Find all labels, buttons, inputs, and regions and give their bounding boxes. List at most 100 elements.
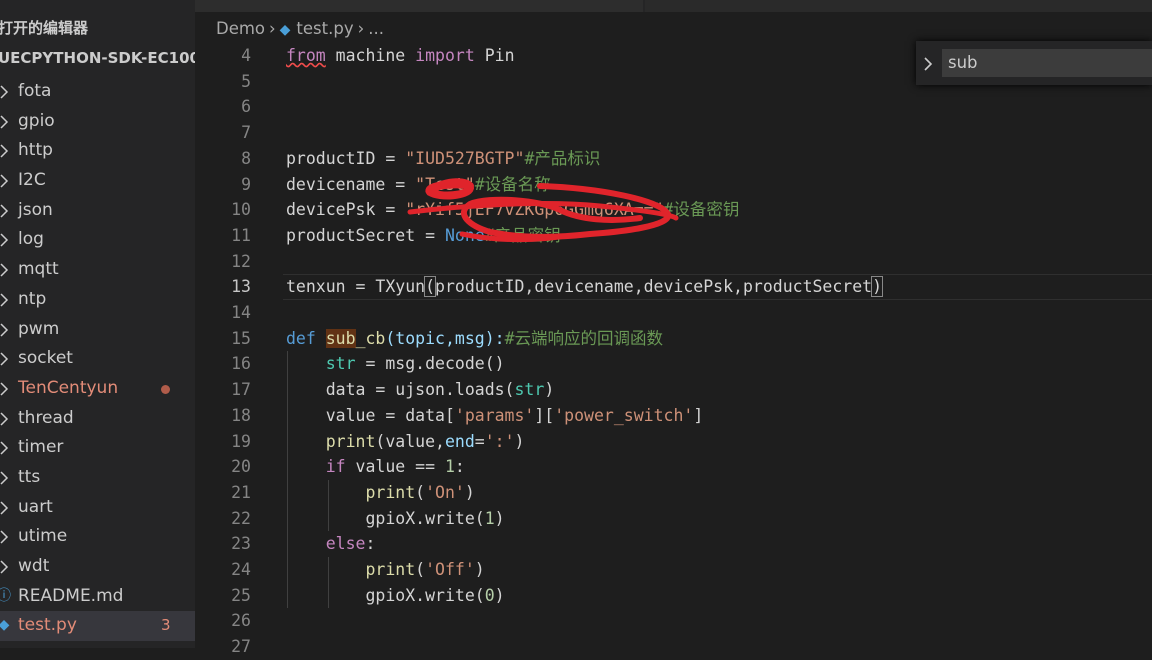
code-token: tenxun = TXyun <box>286 277 426 297</box>
code-token: ] <box>693 405 704 425</box>
chevron-right-icon[interactable] <box>0 315 13 345</box>
chevron-right-icon[interactable] <box>0 107 13 137</box>
sidebar-item-label: I2C <box>18 170 46 191</box>
sidebar-item-uart[interactable]: uart <box>0 493 195 523</box>
code-token: ':' <box>484 431 515 451</box>
code-token: 'params' <box>454 405 535 425</box>
line-number: 6 <box>241 97 251 117</box>
chevron-right-icon[interactable] <box>0 196 13 226</box>
chevron-right-icon[interactable] <box>0 493 13 523</box>
code-line[interactable]: 14 <box>195 300 1152 326</box>
code-token: : <box>454 457 465 477</box>
line-number: 10 <box>231 200 251 220</box>
code-line[interactable]: 12 <box>195 249 1152 275</box>
sidebar-item-pwm[interactable]: pwm <box>0 315 195 345</box>
code-line[interactable]: 20 if value == 1: <box>195 454 1152 480</box>
code-token: "IUD527BGTP" <box>405 148 525 168</box>
sidebar-item-test-py[interactable]: ◆ test.py 3 <box>0 611 195 642</box>
chevron-right-icon[interactable] <box>0 255 13 285</box>
chevron-right-icon[interactable] <box>0 285 13 315</box>
sidebar-item-label: log <box>18 229 44 250</box>
code-line[interactable]: 16 str = msg.decode() <box>195 351 1152 377</box>
sidebar-item-timer[interactable]: timer <box>0 433 195 463</box>
code-line[interactable]: 21 print('On') <box>195 480 1152 506</box>
sidebar-item-tencentyun[interactable]: TenCentyun <box>0 374 195 404</box>
chevron-right-icon[interactable] <box>0 463 13 493</box>
code-line[interactable]: 27 <box>195 634 1152 660</box>
sidebar-item-utime[interactable]: utime <box>0 522 195 552</box>
code-line[interactable]: 10 devicePsk = "rYif5jEF7vZKGp6GGmg6XA=="… <box>195 197 1152 223</box>
sidebar-item-socket[interactable]: socket <box>0 344 195 374</box>
code-token: def <box>286 328 316 348</box>
code-token: "rYif5jEF7vZKGp6GGmg6XA==" <box>405 200 664 220</box>
sidebar-item-label: mqtt <box>18 259 59 280</box>
chevron-right-icon[interactable] <box>0 344 13 374</box>
code-token: str <box>325 354 356 374</box>
chevron-right-icon: › <box>357 19 365 38</box>
chevron-right-icon[interactable] <box>0 433 13 463</box>
chevron-right-icon[interactable] <box>0 552 13 582</box>
chevron-right-icon[interactable] <box>0 374 13 404</box>
sidebar-item-wdt[interactable]: wdt <box>0 552 195 582</box>
code-token: 0 <box>484 585 495 605</box>
chevron-right-icon[interactable] <box>0 225 13 255</box>
code-line[interactable]: 9 devicename = "Test"#设备名称 <box>195 172 1152 198</box>
code-token: else <box>325 534 366 554</box>
code-token: "Test" <box>415 174 475 194</box>
code-line-current[interactable]: 13 tenxun = TXyun(productID,devicename,de… <box>195 274 1152 300</box>
sidebar-item-mqtt[interactable]: mqtt <box>0 255 195 285</box>
line-number: 8 <box>241 148 251 168</box>
indent-guide <box>287 351 288 608</box>
info-icon: ⓘ <box>0 587 11 604</box>
code-line[interactable]: 23 else: <box>195 531 1152 557</box>
sidebar-item-tts[interactable]: tts <box>0 463 195 493</box>
line-number: 14 <box>231 303 251 322</box>
sidebar-item-log[interactable]: log <box>0 225 195 255</box>
project-folder-header[interactable]: UECPYTHON-SDK-EC100... <box>0 44 195 72</box>
line-number: 5 <box>241 71 251 91</box>
breadcrumb-folder[interactable]: Demo <box>216 19 265 38</box>
sidebar-item-i2c[interactable]: I2C <box>0 166 195 196</box>
code-line[interactable]: 26 <box>195 608 1152 634</box>
code-token: (value, <box>375 431 445 451</box>
code-token: str <box>514 380 545 400</box>
toggle-replace-icon[interactable] <box>923 56 933 75</box>
chevron-right-icon[interactable] <box>0 77 13 107</box>
code-line[interactable]: 7 <box>195 120 1152 146</box>
chevron-right-icon[interactable] <box>0 522 13 552</box>
sidebar-item-thread[interactable]: thread <box>0 404 195 434</box>
sidebar-item-gpio[interactable]: gpio <box>0 107 195 137</box>
code-line[interactable]: 22 gpioX.write(1) <box>195 506 1152 532</box>
find-input[interactable]: sub <box>942 49 1152 77</box>
breadcrumb-more[interactable]: ... <box>368 19 384 38</box>
tab-active[interactable] <box>195 0 643 12</box>
sidebar-item-readme-md[interactable]: ⓘ README.md <box>0 582 195 612</box>
code-token: = <box>474 431 485 451</box>
code-token: print <box>325 431 376 451</box>
code-line[interactable]: 24 print('Off') <box>195 557 1152 583</box>
code-token: machine <box>325 46 416 65</box>
code-line[interactable]: 25 gpioX.write(0) <box>195 583 1152 609</box>
chevron-right-icon[interactable] <box>0 136 13 166</box>
code-token: productSecret = <box>286 225 445 245</box>
code-line[interactable]: 19 print(value,end=':') <box>195 429 1152 455</box>
code-line[interactable]: 11 productSecret = None#产品密钥 <box>195 223 1152 249</box>
code-line[interactable]: 6 <box>195 94 1152 120</box>
code-line[interactable]: 8 productID = "IUD527BGTP"#产品标识 <box>195 146 1152 172</box>
code-line[interactable]: 15 def sub_cb(topic,msg):#云端响应的回调函数 <box>195 326 1152 352</box>
sidebar-item-json[interactable]: json <box>0 196 195 226</box>
search-match: sub <box>325 328 356 348</box>
chevron-right-icon[interactable] <box>0 166 13 196</box>
sidebar-item-http[interactable]: http <box>0 136 195 166</box>
sidebar-item-ntp[interactable]: ntp <box>0 285 195 315</box>
code-line[interactable]: 17 data = ujson.loads(str) <box>195 377 1152 403</box>
breadcrumb: Demo › ◆ test.py ›... <box>216 16 384 42</box>
sidebar-item-fota[interactable]: fota <box>0 77 195 107</box>
chevron-right-icon[interactable] <box>0 404 13 434</box>
line-number: 4 <box>241 46 251 65</box>
code-line[interactable]: 18 value = data['params']['power_switch'… <box>195 403 1152 429</box>
open-editors-header[interactable]: 打开的编辑器 <box>0 17 88 38</box>
code-token: ) <box>494 508 505 528</box>
line-number: 17 <box>231 380 251 400</box>
breadcrumb-file[interactable]: test.py <box>296 19 353 38</box>
